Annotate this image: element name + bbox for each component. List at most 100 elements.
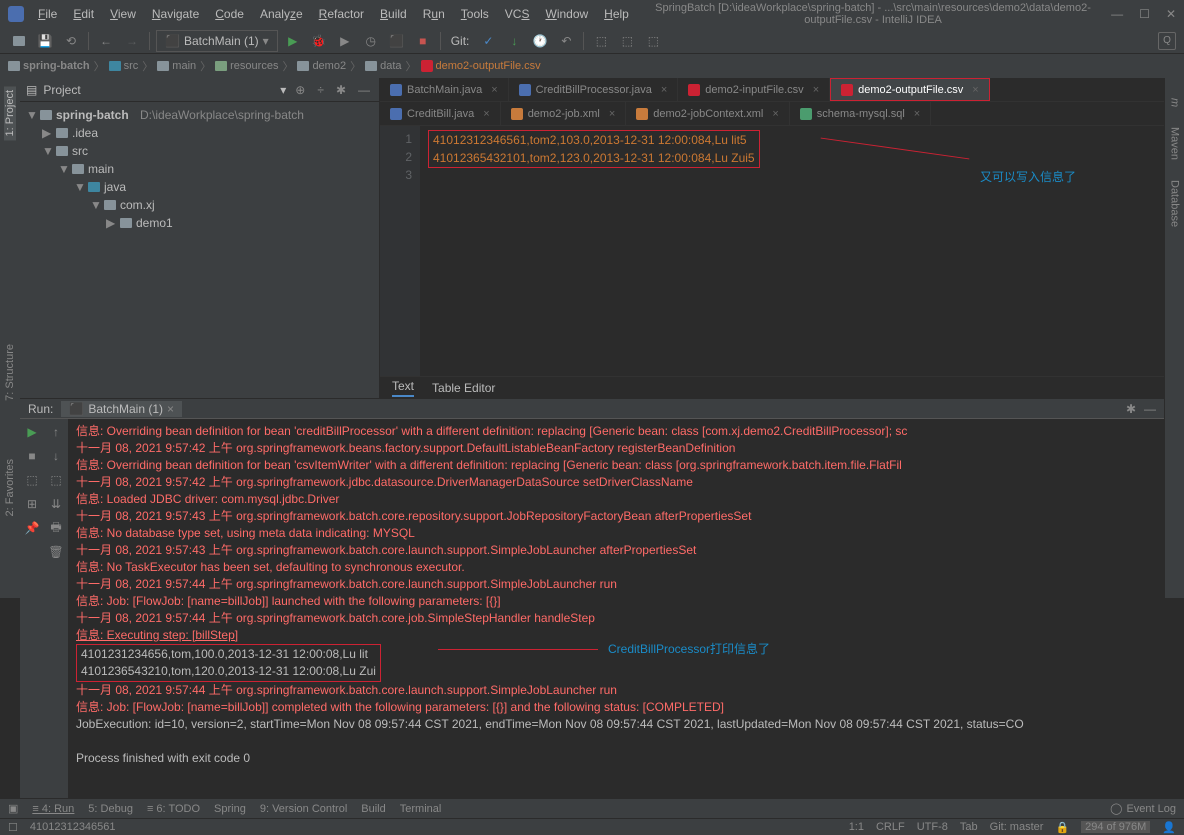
bb-event-log[interactable]: ◯ Event Log (1110, 802, 1176, 815)
stop-icon[interactable]: ■ (412, 30, 434, 52)
tab-demo2-jobcontext-xml[interactable]: demo2-jobContext.xml× (626, 102, 790, 125)
profile-icon[interactable]: ◷ (360, 30, 382, 52)
bb-terminal-icon[interactable]: ▣ (8, 802, 18, 815)
git-revert-icon[interactable]: ↶ (555, 30, 577, 52)
menu-refactor[interactable]: Refactor (313, 5, 370, 23)
run-print-icon[interactable]: 🖶 (47, 519, 65, 537)
coverage-icon[interactable]: ▶ (334, 30, 356, 52)
sb-enc[interactable]: UTF-8 (917, 821, 948, 833)
run-icon[interactable]: ▶ (282, 30, 304, 52)
debug-icon[interactable]: 🐞 (308, 30, 330, 52)
tb-icon1[interactable]: ⬚ (590, 30, 612, 52)
tool-database[interactable]: Database (1169, 180, 1181, 227)
tool-maven-label[interactable]: Maven (1169, 127, 1181, 160)
sync-icon[interactable]: ⟲ (60, 30, 82, 52)
tab-creditbill-java[interactable]: CreditBill.java× (380, 102, 501, 125)
menu-edit[interactable]: Edit (67, 5, 100, 23)
run-hide-icon[interactable]: — (1144, 402, 1156, 416)
open-icon[interactable] (8, 30, 30, 52)
editor-code[interactable]: 41012312346561,tom2,103.0,2013-12-31 12:… (420, 126, 1184, 376)
bc-root[interactable]: spring-batch (8, 60, 90, 72)
menu-analyze[interactable]: Analyze (254, 5, 309, 23)
run-console[interactable]: CreditBillProcessor打印信息了 信息: Overriding … (68, 419, 1164, 798)
minimize-icon[interactable]: — (1111, 7, 1123, 21)
bb-todo[interactable]: ≡ 6: TODO (147, 803, 200, 815)
tab-close-icon[interactable]: × (661, 84, 667, 96)
sb-hide-icon[interactable]: ☐ (8, 821, 18, 834)
menu-navigate[interactable]: Navigate (146, 5, 205, 23)
bb-vcs[interactable]: 9: Version Control (260, 803, 347, 815)
tab-creditbillprocessor-java[interactable]: CreditBillProcessor.java× (509, 78, 679, 101)
run-tab[interactable]: ⬛ BatchMain (1) × (61, 401, 182, 417)
menu-build[interactable]: Build (374, 5, 413, 23)
tab-close-icon[interactable]: × (914, 108, 920, 120)
run-up-icon[interactable]: ↑ (47, 423, 65, 441)
tab-demo2-inputfile-csv[interactable]: demo2-inputFile.csv× (678, 78, 830, 101)
run-scroll-icon[interactable]: ⇊ (47, 495, 65, 513)
run-layout-icon[interactable]: ⊞ (23, 495, 41, 513)
tool-project[interactable]: 1: Project (4, 86, 16, 140)
pp-collapse-icon[interactable]: ⊕ (292, 83, 308, 97)
menu-file[interactable]: File (32, 5, 63, 23)
pp-settings-icon[interactable]: ✱ (333, 83, 349, 97)
editor-footer-table[interactable]: Table Editor (432, 381, 495, 395)
sb-man-icon[interactable]: 👤 (1162, 821, 1176, 834)
bc-demo2[interactable]: demo2 (297, 60, 346, 72)
tab-batchmain-java[interactable]: BatchMain.java× (380, 78, 509, 101)
bb-spring[interactable]: Spring (214, 803, 246, 815)
sb-mem[interactable]: 294 of 976M (1081, 821, 1150, 833)
bc-main[interactable]: main (157, 60, 196, 72)
tab-close-icon[interactable]: × (491, 84, 497, 96)
run-pin-icon[interactable]: 📌 (23, 519, 41, 537)
project-tree[interactable]: ▼spring-batch D:\ideaWorkplace\spring-ba… (20, 102, 379, 398)
pp-hide-icon[interactable]: — (355, 83, 373, 97)
tool-structure[interactable]: 7: Structure (4, 340, 16, 405)
search-icon[interactable]: Q (1158, 32, 1176, 50)
bb-run[interactable]: ≡ 4: Run (32, 803, 74, 815)
tool-maven[interactable]: m (1169, 98, 1181, 107)
save-icon[interactable]: 💾 (34, 30, 56, 52)
run-stop-icon[interactable]: ■ (23, 447, 41, 465)
sb-lock-icon[interactable]: 🔒 (1055, 821, 1069, 834)
run-exit-icon[interactable]: ⬚ (23, 471, 41, 489)
run-down-icon[interactable]: ↓ (47, 447, 65, 465)
rerun-icon[interactable]: ▶ (23, 423, 41, 441)
tab-close-icon[interactable]: × (972, 84, 978, 96)
tb-icon2[interactable]: ⬚ (616, 30, 638, 52)
sb-tab[interactable]: Tab (960, 821, 978, 833)
tab-close-icon[interactable]: × (813, 84, 819, 96)
back-icon[interactable]: ← (95, 30, 117, 52)
tool-favorites[interactable]: 2: Favorites (4, 455, 16, 520)
menu-window[interactable]: Window (539, 5, 594, 23)
bc-file[interactable]: demo2-outputFile.csv (421, 60, 541, 72)
tb-icon3[interactable]: ⬚ (642, 30, 664, 52)
tab-demo2-outputfile-csv[interactable]: demo2-outputFile.csv× (830, 78, 990, 101)
tab-close-icon[interactable]: × (609, 108, 615, 120)
sb-crlf[interactable]: CRLF (876, 821, 905, 833)
pp-select-icon[interactable]: ÷ (314, 83, 327, 97)
pp-dropdown-icon[interactable]: ▾ (280, 83, 286, 97)
bc-src[interactable]: src (109, 60, 139, 72)
menu-code[interactable]: Code (209, 5, 250, 23)
editor-footer-text[interactable]: Text (392, 379, 414, 397)
attach-icon[interactable]: ⬛ (386, 30, 408, 52)
tab-demo2-job-xml[interactable]: demo2-job.xml× (501, 102, 627, 125)
run-settings-icon[interactable]: ✱ (1126, 402, 1136, 416)
bc-data[interactable]: data (365, 60, 401, 72)
tab-close-icon[interactable]: × (772, 108, 778, 120)
menu-view[interactable]: View (104, 5, 142, 23)
git-commit-icon[interactable]: ↓ (503, 30, 525, 52)
run-trash-icon[interactable]: 🗑 (47, 543, 65, 561)
tab-close-icon[interactable]: × (483, 108, 489, 120)
tab-schema-mysql-sql[interactable]: schema-mysql.sql× (790, 102, 931, 125)
bc-resources[interactable]: resources (215, 60, 278, 72)
git-history-icon[interactable]: 🕐 (529, 30, 551, 52)
menu-tools[interactable]: Tools (455, 5, 495, 23)
forward-icon[interactable]: → (121, 30, 143, 52)
menu-help[interactable]: Help (598, 5, 635, 23)
sb-pos[interactable]: 1:1 (849, 821, 864, 833)
menu-vcs[interactable]: VCS (499, 5, 536, 23)
bb-terminal[interactable]: Terminal (400, 803, 442, 815)
bb-build[interactable]: Build (361, 803, 385, 815)
bb-debug[interactable]: 5: Debug (88, 803, 133, 815)
